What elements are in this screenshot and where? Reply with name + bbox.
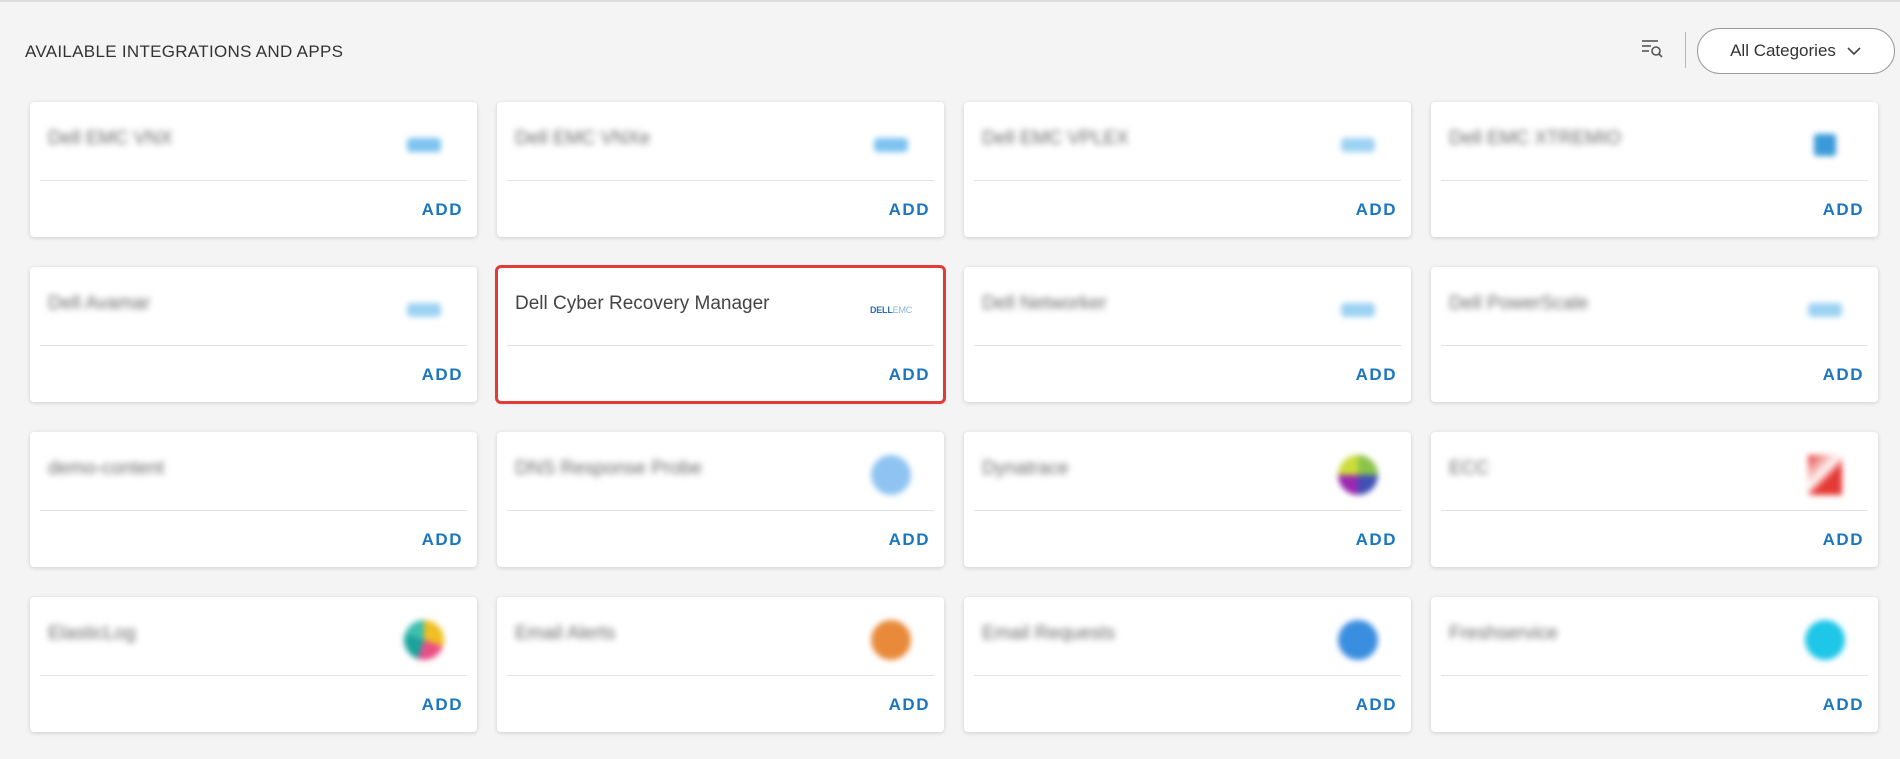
header-divider [1685, 32, 1686, 68]
category-dropdown-label: All Categories [1730, 41, 1836, 60]
integration-card-name: Dell PowerScale [1449, 293, 1589, 314]
search-filter-icon[interactable] [1640, 36, 1664, 60]
add-integration-button[interactable]: ADD [1356, 530, 1397, 550]
integration-logo-icon [1802, 122, 1848, 168]
integration-logo-icon [401, 617, 447, 663]
card-divider [1441, 675, 1868, 676]
integration-card-name: DNS Response Probe [515, 458, 702, 479]
integration-card[interactable]: Dell Avamar ADD [30, 267, 477, 402]
integration-card[interactable]: Dell Cyber Recovery Manager DELLEMC ADD [495, 265, 946, 404]
integration-logo-icon [868, 617, 914, 663]
add-integration-button[interactable]: ADD [422, 200, 463, 220]
integration-logo-icon [1335, 452, 1381, 498]
integration-card[interactable]: Dell EMC VNX ADD [30, 102, 477, 237]
integration-logo-icon [868, 452, 914, 498]
card-divider [974, 510, 1401, 511]
integration-card-name: Dell EMC VPLEX [982, 128, 1129, 149]
integration-logo-icon [401, 452, 447, 498]
integration-card-name: Email Requests [982, 623, 1116, 644]
add-integration-button[interactable]: ADD [1823, 530, 1864, 550]
add-integration-button[interactable]: ADD [889, 365, 930, 385]
card-divider [974, 345, 1401, 346]
card-divider [40, 180, 467, 181]
integration-card-name: ElasticLog [48, 623, 136, 644]
card-divider [974, 180, 1401, 181]
card-divider [507, 510, 934, 511]
card-divider [507, 345, 934, 346]
page-header: AVAILABLE INTEGRATIONS AND APPS All Cate… [0, 2, 1900, 98]
add-integration-button[interactable]: ADD [1356, 695, 1397, 715]
card-divider [507, 675, 934, 676]
integration-card[interactable]: Dell EMC VPLEX ADD [964, 102, 1411, 237]
integration-card-name: ECC [1449, 458, 1490, 479]
card-divider [507, 180, 934, 181]
integration-card[interactable]: DNS Response Probe ADD [497, 432, 944, 567]
integration-logo-icon [1802, 452, 1848, 498]
integration-logo-icon [1802, 617, 1848, 663]
card-divider [40, 510, 467, 511]
integration-card[interactable]: ElasticLog ADD [30, 597, 477, 732]
card-divider [1441, 510, 1868, 511]
integration-card[interactable]: Dell Networker ADD [964, 267, 1411, 402]
integration-card-name: Freshservice [1449, 623, 1558, 644]
card-divider [1441, 180, 1868, 181]
integration-logo-icon [1335, 122, 1381, 168]
integration-card-name: Dell Cyber Recovery Manager [515, 293, 770, 314]
chevron-down-icon [1846, 41, 1862, 61]
add-integration-button[interactable]: ADD [1356, 365, 1397, 385]
integration-logo-icon [1335, 287, 1381, 333]
integration-card[interactable]: Dell PowerScale ADD [1431, 267, 1878, 402]
add-integration-button[interactable]: ADD [1356, 200, 1397, 220]
integration-card-name: demo-content [48, 458, 165, 479]
integration-logo-icon [1802, 287, 1848, 333]
add-integration-button[interactable]: ADD [1823, 365, 1864, 385]
integrations-page: AVAILABLE INTEGRATIONS AND APPS All Cate… [0, 0, 1900, 759]
add-integration-button[interactable]: ADD [889, 530, 930, 550]
integration-card-name: Dell EMC VNXe [515, 128, 651, 149]
add-integration-button[interactable]: ADD [422, 530, 463, 550]
add-integration-button[interactable]: ADD [889, 695, 930, 715]
category-dropdown[interactable]: All Categories [1697, 28, 1895, 74]
add-integration-button[interactable]: ADD [1823, 200, 1864, 220]
add-integration-button[interactable]: ADD [422, 695, 463, 715]
integration-card-name: Email Alerts [515, 623, 616, 644]
integration-card-name: Dell EMC XTREMIO [1449, 128, 1622, 149]
integration-card-name: Dynatrace [982, 458, 1069, 479]
integration-card-name: Dell Networker [982, 293, 1107, 314]
integration-card-name: Dell Avamar [48, 293, 151, 314]
page-title: AVAILABLE INTEGRATIONS AND APPS [25, 42, 344, 61]
integration-card-name: Dell EMC VNX [48, 128, 173, 149]
card-divider [974, 675, 1401, 676]
integration-card-grid: Dell EMC VNX ADD Dell EMC VNXe ADD Dell EMC … [30, 102, 1878, 732]
integration-card[interactable]: Dell EMC VNXe ADD [497, 102, 944, 237]
integration-card[interactable]: Email Requests ADD [964, 597, 1411, 732]
integration-logo-icon [868, 122, 914, 168]
integration-logo-icon: DELLEMC [869, 305, 913, 315]
add-integration-button[interactable]: ADD [422, 365, 463, 385]
integration-card[interactable]: ECC ADD [1431, 432, 1878, 567]
card-divider [1441, 345, 1868, 346]
integration-logo-icon [1335, 617, 1381, 663]
integration-card[interactable]: Dell EMC XTREMIO ADD [1431, 102, 1878, 237]
integration-logo-icon [401, 287, 447, 333]
integration-card[interactable]: Dynatrace ADD [964, 432, 1411, 567]
integration-card[interactable]: Freshservice ADD [1431, 597, 1878, 732]
integration-card[interactable]: Email Alerts ADD [497, 597, 944, 732]
add-integration-button[interactable]: ADD [889, 200, 930, 220]
card-divider [40, 345, 467, 346]
card-divider [40, 675, 467, 676]
add-integration-button[interactable]: ADD [1823, 695, 1864, 715]
integration-logo-icon [401, 122, 447, 168]
integration-card[interactable]: demo-content ADD [30, 432, 477, 567]
